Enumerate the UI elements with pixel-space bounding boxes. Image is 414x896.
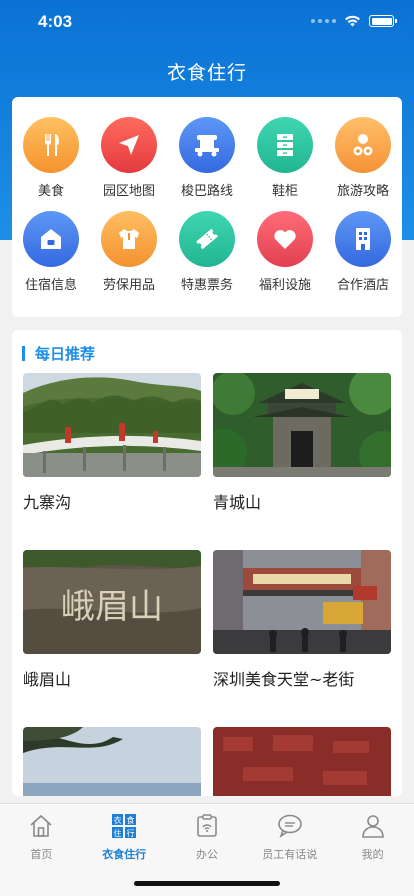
home-indicator[interactable]: [134, 881, 280, 886]
section-title-text: 每日推荐: [35, 345, 96, 363]
heart-icon: [257, 211, 313, 267]
battery-icon: [369, 15, 397, 27]
shirt-icon: [101, 211, 157, 267]
signal-dots-icon: [311, 19, 336, 23]
svg-text:住: 住: [114, 828, 122, 838]
service-protective-supplies[interactable]: 劳保用品: [90, 211, 168, 305]
service-label: 劳保用品: [102, 278, 155, 293]
daily-recommend-card: 每日推荐 九寨沟 青城山 峨眉山 峨眉山 深圳美食天堂~老街: [12, 330, 402, 796]
shuttle-bus-icon: [179, 117, 235, 173]
status-icons: [311, 15, 397, 27]
svg-text:峨眉山: 峨眉山: [61, 587, 163, 627]
office-icon: [193, 812, 221, 840]
services-card: 美食 园区地图 梭巴路线 鞋柜 旅游攻略 住宿信息 劳保用品 特惠票务 福利设施…: [12, 97, 402, 317]
service-label: 特惠票务: [180, 278, 233, 293]
status-time: 4:03: [38, 12, 73, 31]
tab-office[interactable]: 办公: [166, 804, 249, 862]
service-shuttle-route[interactable]: 梭巴路线: [168, 117, 246, 211]
building-icon: [335, 211, 391, 267]
house-icon: [23, 211, 79, 267]
service-label: 美食: [37, 184, 64, 199]
tab-label: 衣食住行: [102, 848, 147, 861]
service-welfare-facilities[interactable]: 福利设施: [246, 211, 324, 305]
navigation-arrow-icon: [101, 117, 157, 173]
tab-home[interactable]: 首页: [0, 804, 83, 862]
tab-label: 员工有话说: [262, 848, 318, 861]
recommend-item-partial-1[interactable]: [23, 727, 201, 796]
service-label: 福利设施: [258, 278, 311, 293]
service-shoe-cabinet[interactable]: 鞋柜: [246, 117, 324, 211]
home-icon: [27, 812, 55, 840]
recommend-name: 九寨沟: [23, 493, 72, 512]
recommend-item-qingchengshan[interactable]: 青城山: [213, 373, 391, 513]
section-title: 每日推荐: [22, 343, 95, 364]
recommend-image: 峨眉山: [23, 550, 201, 654]
person-icon: [359, 812, 387, 840]
service-park-map[interactable]: 园区地图: [90, 117, 168, 211]
grid-app-icon: 衣 食 住 行: [110, 812, 138, 840]
tab-label: 我的: [361, 848, 384, 861]
recommend-item-emeishan[interactable]: 峨眉山 峨眉山: [23, 550, 201, 690]
guide-icon: [335, 117, 391, 173]
chat-icon: [276, 812, 304, 840]
recommend-item-jiuzhaigou[interactable]: 九寨沟: [23, 373, 201, 513]
service-lodging-info[interactable]: 住宿信息: [12, 211, 90, 305]
fork-knife-icon: [23, 117, 79, 173]
recommend-item-laojie[interactable]: 深圳美食天堂~老街: [213, 550, 391, 690]
tab-yishizhuxing[interactable]: 衣 食 住 行 衣食住行: [83, 804, 166, 862]
recommend-image: [23, 727, 201, 796]
recommend-image: [213, 373, 391, 477]
tab-mine[interactable]: 我的: [331, 804, 414, 862]
tab-label: 办公: [195, 848, 218, 861]
recommend-image: [213, 727, 391, 796]
service-travel-guide[interactable]: 旅游攻略: [324, 117, 402, 211]
wifi-icon: [345, 15, 360, 27]
service-label: 住宿信息: [24, 278, 77, 293]
service-label: 合作酒店: [336, 278, 389, 293]
recommend-image: [23, 373, 201, 477]
tab-label: 首页: [30, 848, 53, 861]
service-label: 梭巴路线: [180, 184, 233, 199]
svg-text:衣: 衣: [114, 815, 122, 825]
tab-employee-voice[interactable]: 员工有话说: [248, 804, 331, 862]
service-discount-tickets[interactable]: 特惠票务: [168, 211, 246, 305]
ticket-icon: [179, 211, 235, 267]
service-food[interactable]: 美食: [12, 117, 90, 211]
recommend-name: 峨眉山: [23, 670, 72, 689]
service-partner-hotels[interactable]: 合作酒店: [324, 211, 402, 305]
svg-text:食: 食: [127, 815, 135, 825]
recommend-name: 青城山: [213, 493, 262, 512]
service-label: 鞋柜: [271, 184, 298, 199]
recommend-image: [213, 550, 391, 654]
recommend-item-partial-2[interactable]: [213, 727, 391, 796]
recommend-name: 深圳美食天堂~老街: [213, 670, 355, 689]
page-title: 衣食住行: [166, 62, 247, 84]
service-label: 园区地图: [102, 184, 155, 199]
cabinet-icon: [257, 117, 313, 173]
service-label: 旅游攻略: [336, 184, 389, 199]
status-bar: 4:03: [0, 0, 414, 44]
svg-text:行: 行: [127, 828, 135, 838]
